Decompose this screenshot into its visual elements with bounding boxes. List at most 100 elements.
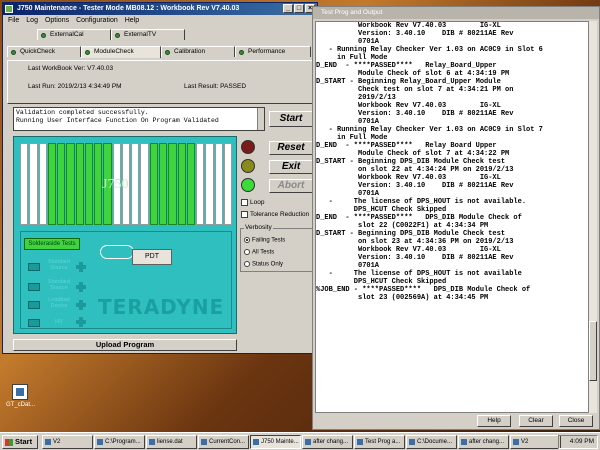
tolerance-checkbox[interactable]: Tolerance Reduction — [241, 211, 313, 218]
taskbar-item-label: liense.dat — [157, 439, 183, 445]
log-line: Module Check of slot 7 at 4:34:22 PM — [316, 150, 510, 158]
log-line: D_END - ****PASSED**** DPS_DIB Module Ch… — [316, 214, 522, 222]
menu-bar: File Log Options Configuration Help — [3, 15, 317, 26]
plus-icon[interactable] — [76, 300, 86, 310]
taskbar-item[interactable]: V2 — [42, 435, 93, 449]
menu-configuration[interactable]: Configuration — [76, 15, 118, 26]
exit-button[interactable]: Exit — [269, 160, 313, 174]
log-line: slot 22 (C0022F1) at 4:34:34 PM — [316, 222, 489, 230]
taskbar-item[interactable]: after chang... — [458, 435, 509, 449]
window-icon — [513, 439, 519, 445]
plus-icon[interactable] — [76, 317, 86, 327]
window-icon — [253, 439, 259, 445]
slot-passed — [149, 143, 158, 225]
radio-status-only[interactable]: Status Only — [244, 261, 283, 268]
taskbar-item-label: after chang... — [313, 439, 349, 445]
message-scrollbar[interactable] — [257, 108, 264, 130]
scroll-thumb[interactable] — [589, 321, 597, 381]
radio-failing-tests[interactable]: Failing Tests — [244, 237, 285, 244]
menu-log[interactable]: Log — [26, 15, 38, 26]
close-button[interactable]: Close — [559, 415, 593, 427]
slot-passed — [158, 143, 168, 225]
source-bar-icon — [28, 283, 40, 291]
log-line: 0701A — [316, 38, 380, 46]
log-line: 0701A — [316, 118, 380, 126]
tab-module-check[interactable]: ModuleCheck — [81, 46, 161, 58]
log-line: D_END - ****PASSED**** Relay_Board_Upper — [316, 62, 497, 70]
taskbar-item[interactable]: after chang... — [302, 435, 353, 449]
help-button[interactable]: Help — [477, 415, 511, 427]
source-bar-icon — [28, 301, 40, 309]
maintenance-title-bar[interactable]: J750 Maintenance - Tester Mode MB08.12 :… — [3, 3, 317, 15]
log-output[interactable]: Workbook Rev V7.40.03 IG-XL Version: 3.4… — [315, 21, 589, 413]
menu-help[interactable]: Help — [125, 15, 139, 26]
log-window: Test Prog and Output Workbook Rev V7.40.… — [312, 6, 600, 430]
window-icon — [97, 439, 103, 445]
log-line: D_START - Beginning DPS_DIB Module Check… — [316, 230, 506, 238]
tab-quick-check[interactable]: QuickCheck — [7, 46, 81, 57]
taskbar-item[interactable]: CurrentCon... — [198, 435, 249, 449]
module-check-panel: Last WorkBook Ver: V7.40.03 Last Run: 20… — [7, 60, 313, 104]
window-icon — [201, 439, 207, 445]
file-icon — [12, 384, 28, 400]
side-label: Standard Source — [47, 259, 71, 271]
upload-program-button[interactable]: Upload Program — [13, 339, 237, 351]
clear-button[interactable]: Clear — [519, 415, 553, 427]
log-line: Check test on slot 7 at 4:34:21 PM on — [316, 86, 514, 94]
tab-external-cal[interactable]: ExternalCal — [37, 29, 111, 40]
slot — [196, 143, 205, 225]
taskbar-item[interactable]: C:\Program... — [94, 435, 145, 449]
radio-label: All Tests — [252, 249, 275, 256]
start-menu-button[interactable]: Start — [2, 435, 38, 449]
plus-icon[interactable] — [76, 262, 86, 272]
taskbar-item-label: V2 — [521, 439, 529, 445]
reset-button[interactable]: Reset — [269, 141, 313, 155]
log-title[interactable]: Test Prog and Output — [313, 7, 599, 19]
menu-options[interactable]: Options — [45, 15, 69, 26]
taskbar-item-label: C:\Program... — [105, 439, 141, 445]
clock: 4:09 PM — [569, 438, 594, 445]
slot — [205, 143, 214, 225]
log-line: - Running Relay Checker Ver 1.03 on AC0C… — [316, 46, 543, 54]
tab-calibration[interactable]: Calibration — [161, 46, 235, 57]
yellow-light-icon — [241, 159, 255, 173]
message-box[interactable]: Validation completed successfully. Runni… — [13, 107, 265, 131]
taskbar-item[interactable]: C:\Docume... — [406, 435, 457, 449]
tab-label: ExternalCal — [50, 31, 84, 38]
tab-external-tv[interactable]: ExternalTV — [111, 29, 185, 40]
start-button[interactable]: Start — [269, 111, 313, 127]
maximize-button[interactable]: □ — [294, 4, 304, 13]
slot-passed — [168, 143, 177, 225]
tab-label: Performance — [248, 48, 286, 55]
plus-icon[interactable] — [76, 282, 86, 292]
radio-all-tests[interactable]: All Tests — [244, 249, 274, 256]
slot-passed — [177, 143, 186, 225]
checkbox-label: Loop — [250, 199, 265, 207]
pdt-button[interactable]: PDT — [132, 249, 172, 265]
status-led-icon — [11, 50, 16, 55]
slot — [140, 143, 149, 225]
window-icon — [357, 439, 363, 445]
log-line: Workbook Rev V7.40.03 IG-XL — [316, 102, 501, 110]
log-line: Version: 3.40.10 DIB # 80211AE Rev — [316, 182, 514, 190]
taskbar-item[interactable]: V2 — [510, 435, 561, 449]
taskbar-item[interactable]: Test Prog a... — [354, 435, 405, 449]
loop-checkbox[interactable]: Loop — [241, 199, 264, 206]
solderaside-tests-button[interactable]: Solderaside Tests — [24, 238, 80, 250]
slot-passed — [47, 143, 57, 225]
slot — [20, 143, 29, 225]
desktop-icon[interactable]: GT_cDat... — [6, 384, 35, 408]
log-line: %JOB_END - ****PASSED**** DPS_DIB Module… — [316, 286, 531, 294]
taskbar-item[interactable]: liense.dat — [146, 435, 197, 449]
log-scrollbar[interactable] — [588, 21, 597, 413]
taskbar-item-label: after chang... — [469, 439, 505, 445]
log-line: Version: 3.40.10 DIB # 80211AE Rev — [316, 110, 514, 118]
menu-file[interactable]: File — [8, 15, 19, 26]
taskbar-item[interactable]: J750 Mainte... — [250, 435, 301, 449]
tab-performance[interactable]: Performance — [235, 46, 311, 57]
taskbar: Start V2 C:\Program... liense.dat CurrentCo… — [0, 432, 600, 450]
abort-button[interactable]: Abort — [269, 179, 313, 193]
minimize-button[interactable]: _ — [283, 4, 293, 13]
last-workbook: Last WorkBook Ver: V7.40.03 — [28, 65, 114, 72]
verbosity-group: Verbosity Failing Tests All Tests Status… — [240, 224, 314, 272]
